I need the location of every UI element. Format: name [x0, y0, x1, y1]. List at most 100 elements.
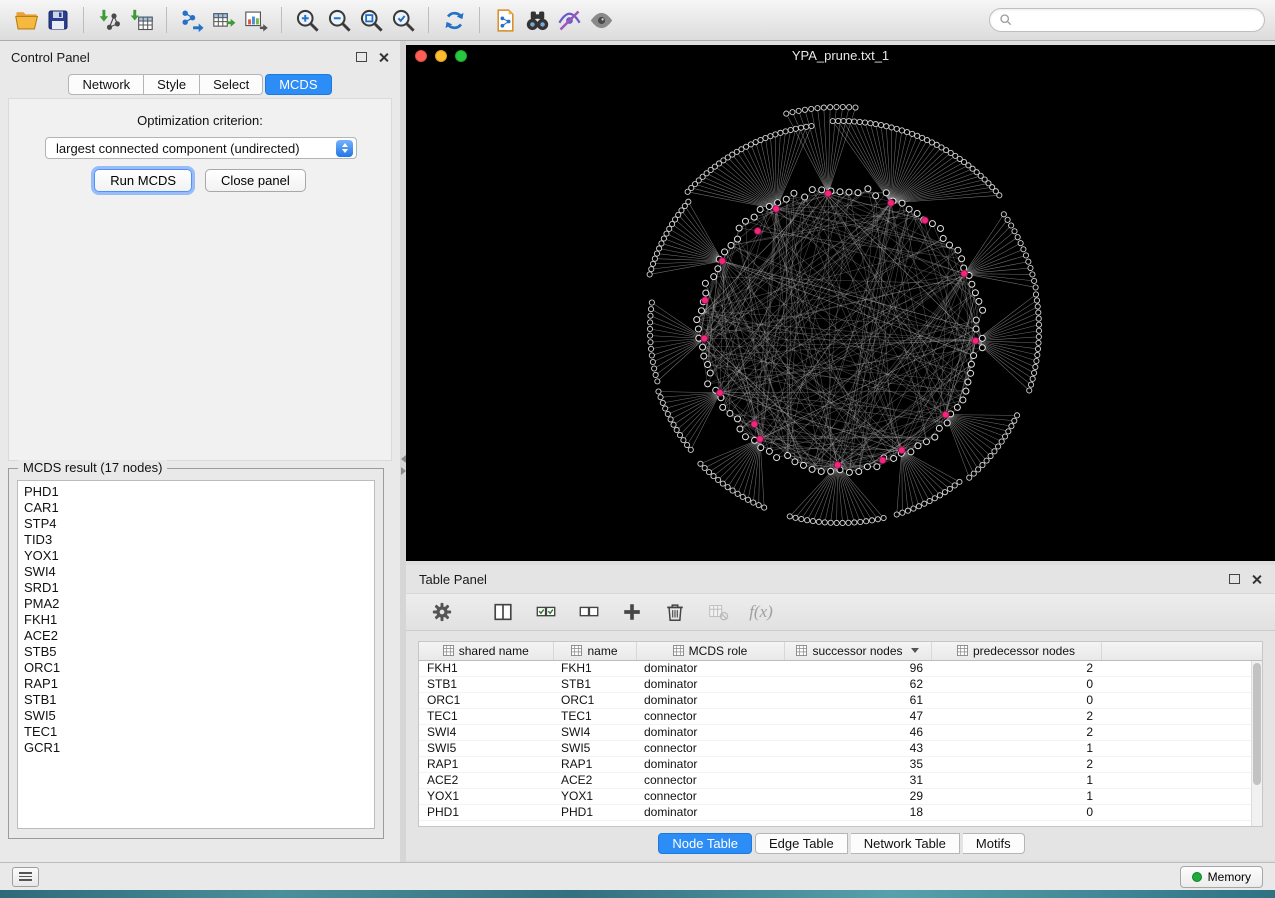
tab-motifs[interactable]: Motifs: [963, 833, 1025, 854]
result-list-item[interactable]: ORC1: [24, 660, 368, 676]
cell-predecessors: 1: [931, 772, 1101, 788]
tab-style[interactable]: Style: [144, 74, 200, 95]
table-row[interactable]: SWI5SWI5connector431: [419, 740, 1262, 756]
export-network-button[interactable]: [176, 4, 208, 36]
show-columns-icon: [492, 601, 514, 623]
select-all-button[interactable]: [532, 598, 560, 626]
zoom-out-button[interactable]: [323, 4, 355, 36]
cell-filler: [1101, 804, 1262, 820]
refresh-button[interactable]: [438, 4, 470, 36]
open-session-button[interactable]: [10, 4, 42, 36]
search-network-button[interactable]: [521, 4, 553, 36]
toolbar-search-box[interactable]: [989, 8, 1265, 32]
table-row[interactable]: TEC1TEC1connector472: [419, 708, 1262, 724]
tab-network-table[interactable]: Network Table: [851, 833, 960, 854]
result-list-item[interactable]: CAR1: [24, 500, 368, 516]
run-mcds-button[interactable]: Run MCDS: [94, 169, 192, 192]
table-row[interactable]: PHD1PHD1dominator180: [419, 804, 1262, 820]
deselect-all-button[interactable]: [575, 598, 603, 626]
result-list-item[interactable]: RAP1: [24, 676, 368, 692]
close-panel-button[interactable]: Close panel: [205, 169, 306, 192]
table-row[interactable]: SWI4SWI4dominator462: [419, 724, 1262, 740]
task-history-button[interactable]: [12, 867, 39, 887]
collapse-left-icon[interactable]: [401, 455, 406, 463]
import-table-button[interactable]: [125, 4, 157, 36]
cell-name: RAP1: [553, 756, 636, 772]
criterion-selected-value: largest connected component (undirected): [56, 141, 336, 156]
column-header-shared-name[interactable]: shared name: [419, 642, 553, 660]
table-settings-button[interactable]: [428, 598, 456, 626]
add-column-button[interactable]: [618, 598, 646, 626]
search-input[interactable]: [1019, 13, 1255, 27]
result-list-item[interactable]: TEC1: [24, 724, 368, 740]
node-table-body: FKH1FKH1dominator962STB1STB1dominator620…: [419, 660, 1262, 820]
close-panel-icon[interactable]: [378, 52, 389, 63]
column-header-mcds-role[interactable]: MCDS role: [636, 642, 784, 660]
zoom-selected-button[interactable]: [387, 4, 419, 36]
result-list-item[interactable]: PMA2: [24, 596, 368, 612]
table-row[interactable]: STB1STB1dominator620: [419, 676, 1262, 692]
analyzer-toggle-button[interactable]: [553, 4, 585, 36]
result-list-item[interactable]: STB5: [24, 644, 368, 660]
cell-successors: 47: [784, 708, 931, 724]
table-scrollbar[interactable]: [1251, 661, 1262, 826]
window-close-button[interactable]: [415, 50, 427, 62]
table-row[interactable]: ACE2ACE2connector311: [419, 772, 1262, 788]
result-list-item[interactable]: SWI5: [24, 708, 368, 724]
table-row[interactable]: FKH1FKH1dominator962: [419, 660, 1262, 676]
tab-mcds[interactable]: MCDS: [265, 74, 331, 95]
close-table-panel-icon[interactable]: [1251, 574, 1262, 585]
delete-column-button[interactable]: [661, 598, 689, 626]
result-list-item[interactable]: STB1: [24, 692, 368, 708]
zoom-fit-button[interactable]: [355, 4, 387, 36]
column-label: successor nodes: [812, 644, 902, 658]
tab-select[interactable]: Select: [200, 74, 263, 95]
show-columns-button[interactable]: [489, 598, 517, 626]
zoom-in-button[interactable]: [291, 4, 323, 36]
window-zoom-button[interactable]: [455, 50, 467, 62]
criterion-dropdown[interactable]: largest connected component (undirected): [45, 137, 357, 159]
cell-role: dominator: [636, 660, 784, 676]
settings-gear-icon: [431, 601, 453, 623]
result-list-item[interactable]: FKH1: [24, 612, 368, 628]
tab-node-table[interactable]: Node Table: [658, 833, 752, 854]
function-builder-button[interactable]: f(x): [747, 598, 775, 626]
result-list-item[interactable]: ACE2: [24, 628, 368, 644]
eye-icon: [588, 7, 615, 34]
result-list-item[interactable]: SRD1: [24, 580, 368, 596]
deselect-all-icon: [578, 601, 600, 623]
table-scrollbar-thumb[interactable]: [1253, 663, 1261, 785]
export-image-button[interactable]: [240, 4, 272, 36]
result-list-item[interactable]: GCR1: [24, 740, 368, 756]
network-graph[interactable]: [406, 66, 1275, 561]
import-network-button[interactable]: [93, 4, 125, 36]
cell-role: connector: [636, 740, 784, 756]
save-session-button[interactable]: [42, 4, 74, 36]
cell-filler: [1101, 676, 1262, 692]
float-table-panel-icon[interactable]: [1229, 574, 1240, 584]
result-list-item[interactable]: TID3: [24, 532, 368, 548]
collapse-right-icon[interactable]: [401, 467, 406, 475]
table-row[interactable]: YOX1YOX1connector291: [419, 788, 1262, 804]
cell-successors: 43: [784, 740, 931, 756]
column-header-predecessor-nodes[interactable]: predecessor nodes: [931, 642, 1101, 660]
tab-edge-table[interactable]: Edge Table: [755, 833, 848, 854]
result-list-item[interactable]: SWI4: [24, 564, 368, 580]
table-row[interactable]: RAP1RAP1dominator352: [419, 756, 1262, 772]
table-row[interactable]: ORC1ORC1dominator610: [419, 692, 1262, 708]
result-list-item[interactable]: YOX1: [24, 548, 368, 564]
column-header-successor-nodes[interactable]: successor nodes: [784, 642, 931, 660]
window-minimize-button[interactable]: [435, 50, 447, 62]
export-table-button[interactable]: [208, 4, 240, 36]
cell-name: ORC1: [553, 692, 636, 708]
share-document-button[interactable]: [489, 4, 521, 36]
save-icon: [46, 8, 70, 32]
result-list-item[interactable]: PHD1: [24, 484, 368, 500]
memory-button[interactable]: Memory: [1180, 866, 1263, 888]
column-header-name[interactable]: name: [553, 642, 636, 660]
tab-network[interactable]: Network: [68, 74, 144, 95]
result-list-item[interactable]: STP4: [24, 516, 368, 532]
float-panel-icon[interactable]: [356, 52, 367, 62]
show-hide-button[interactable]: [585, 4, 617, 36]
delete-table-button[interactable]: [704, 598, 732, 626]
